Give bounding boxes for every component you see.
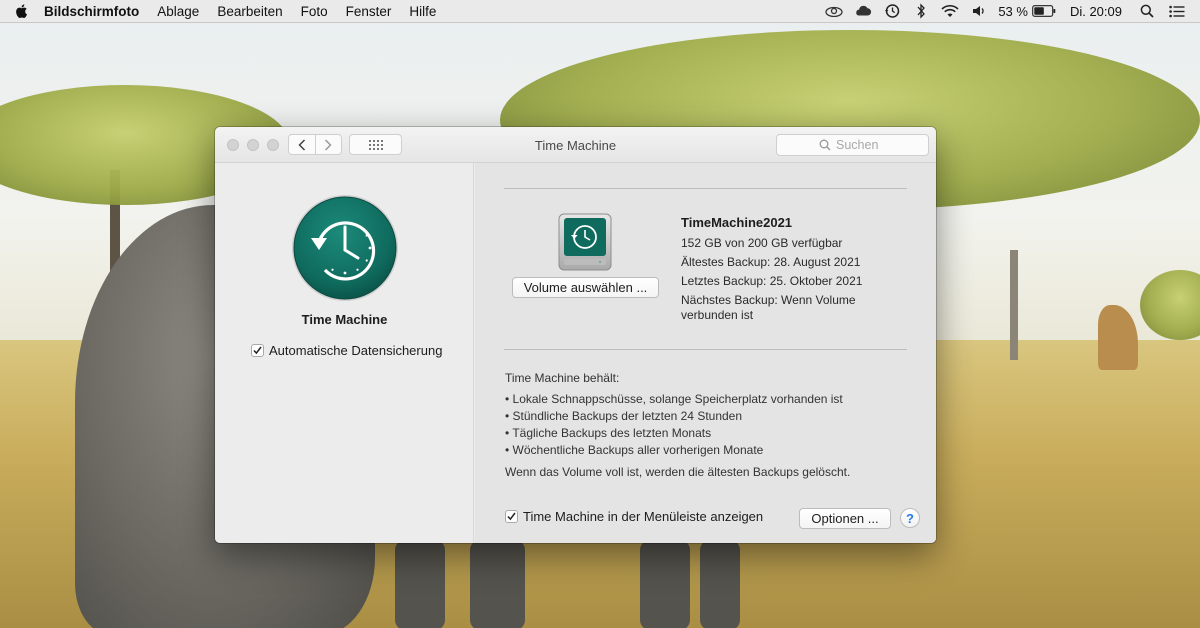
notification-center-icon[interactable] bbox=[1168, 3, 1186, 19]
volume-available: 152 GB von 200 GB verfügbar bbox=[681, 236, 843, 250]
divider bbox=[504, 349, 907, 350]
next-backup: Nächstes Backup: Wenn Volume verbunden i… bbox=[681, 293, 856, 322]
auto-backup-label: Automatische Datensicherung bbox=[269, 343, 443, 358]
retention-item: • Stündliche Backups der letzten 24 Stun… bbox=[505, 409, 743, 423]
wallpaper-dead-tree bbox=[1010, 250, 1018, 360]
right-pane: TimeMachine2021 152 GB von 200 GB verfüg… bbox=[475, 163, 936, 543]
show-in-menubar-checkbox[interactable] bbox=[505, 510, 518, 523]
search-field[interactable] bbox=[776, 134, 929, 156]
retention-item: • Tägliche Backups des letzten Monats bbox=[505, 426, 712, 440]
retention-header: Time Machine behält: bbox=[505, 371, 620, 385]
volume-full-note: Wenn das Volume voll ist, werden die ält… bbox=[505, 465, 851, 479]
spotlight-icon[interactable] bbox=[1138, 3, 1156, 19]
time-machine-window: Time Machine Suchen Time Machine Automat… bbox=[215, 127, 936, 543]
zoom-window-button[interactable] bbox=[267, 139, 279, 151]
bluetooth-icon[interactable] bbox=[912, 3, 930, 19]
oldest-backup: Ältestes Backup: 28. August 2021 bbox=[681, 255, 861, 269]
volume-icon[interactable] bbox=[970, 3, 988, 19]
forward-button[interactable] bbox=[314, 135, 342, 154]
navigation-buttons bbox=[288, 134, 342, 155]
wallpaper-elephant-leg bbox=[640, 540, 690, 628]
options-button[interactable]: Optionen ... bbox=[799, 508, 891, 529]
wallpaper-elephant-leg bbox=[395, 540, 445, 628]
menu-bar: Bildschirmfoto Ablage Bearbeiten Foto Fe… bbox=[0, 0, 1200, 23]
back-button[interactable] bbox=[289, 135, 315, 154]
show-in-menubar-label: Time Machine in der Menüleiste anzeigen bbox=[523, 509, 764, 524]
show-in-menubar-option[interactable]: Time Machine in der Menüleiste anzeigen bbox=[505, 509, 763, 524]
divider bbox=[504, 188, 907, 189]
menu-hilfe[interactable]: Hilfe bbox=[409, 4, 436, 19]
apple-menu-icon[interactable] bbox=[14, 3, 30, 19]
battery-icon[interactable] bbox=[1032, 3, 1056, 19]
search-icon bbox=[819, 139, 831, 151]
retention-item: • Wöchentliche Backups aller vorherigen … bbox=[505, 443, 764, 457]
wallpaper-elephant-leg bbox=[700, 540, 740, 628]
time-machine-logo-icon bbox=[292, 195, 398, 301]
creative-cloud-icon[interactable] bbox=[825, 3, 843, 19]
wallpaper-elephant-leg bbox=[470, 540, 525, 628]
help-button[interactable]: ? bbox=[900, 508, 920, 528]
auto-backup-option[interactable]: Automatische Datensicherung bbox=[251, 343, 442, 358]
grid-icon bbox=[368, 139, 383, 150]
auto-backup-checkbox[interactable] bbox=[251, 344, 264, 357]
retention-info: Time Machine behält: • Lokale Schnappsch… bbox=[505, 371, 915, 479]
backup-disk-icon bbox=[558, 213, 612, 271]
checkmark-icon bbox=[253, 346, 262, 355]
chevron-left-icon bbox=[298, 138, 305, 151]
chevron-right-icon bbox=[325, 138, 332, 151]
select-volume-button[interactable]: Volume auswählen ... bbox=[512, 277, 659, 298]
title-bar[interactable]: Time Machine bbox=[215, 127, 936, 163]
wifi-icon[interactable] bbox=[941, 3, 959, 19]
search-input[interactable] bbox=[836, 138, 886, 152]
checkmark-icon bbox=[507, 512, 516, 521]
show-all-button[interactable] bbox=[349, 134, 402, 155]
close-window-button[interactable] bbox=[227, 139, 239, 151]
left-pane: Time Machine Automatische Datensicherung bbox=[215, 163, 474, 543]
select-volume-wrap: Volume auswählen ... bbox=[512, 277, 659, 298]
volume-info: TimeMachine2021 152 GB von 200 GB verfüg… bbox=[681, 215, 871, 327]
options-wrap: Optionen ... bbox=[799, 508, 891, 529]
latest-backup: Letztes Backup: 25. Oktober 2021 bbox=[681, 274, 863, 288]
menu-fenster[interactable]: Fenster bbox=[346, 4, 392, 19]
volume-name: TimeMachine2021 bbox=[681, 215, 793, 230]
minimize-window-button[interactable] bbox=[247, 139, 259, 151]
retention-item: • Lokale Schnappschüsse, solange Speiche… bbox=[505, 392, 843, 406]
battery-percent[interactable]: 53 % bbox=[998, 4, 1028, 19]
menubar-clock[interactable]: Di. 20:09 bbox=[1070, 4, 1122, 19]
menu-app-name[interactable]: Bildschirmfoto bbox=[44, 4, 139, 19]
time-machine-icon[interactable] bbox=[883, 3, 901, 19]
menu-ablage[interactable]: Ablage bbox=[157, 4, 199, 19]
pane-title: Time Machine bbox=[301, 312, 388, 327]
menu-bearbeiten[interactable]: Bearbeiten bbox=[217, 4, 282, 19]
menu-foto[interactable]: Foto bbox=[301, 4, 328, 19]
icloud-icon[interactable] bbox=[854, 3, 872, 19]
